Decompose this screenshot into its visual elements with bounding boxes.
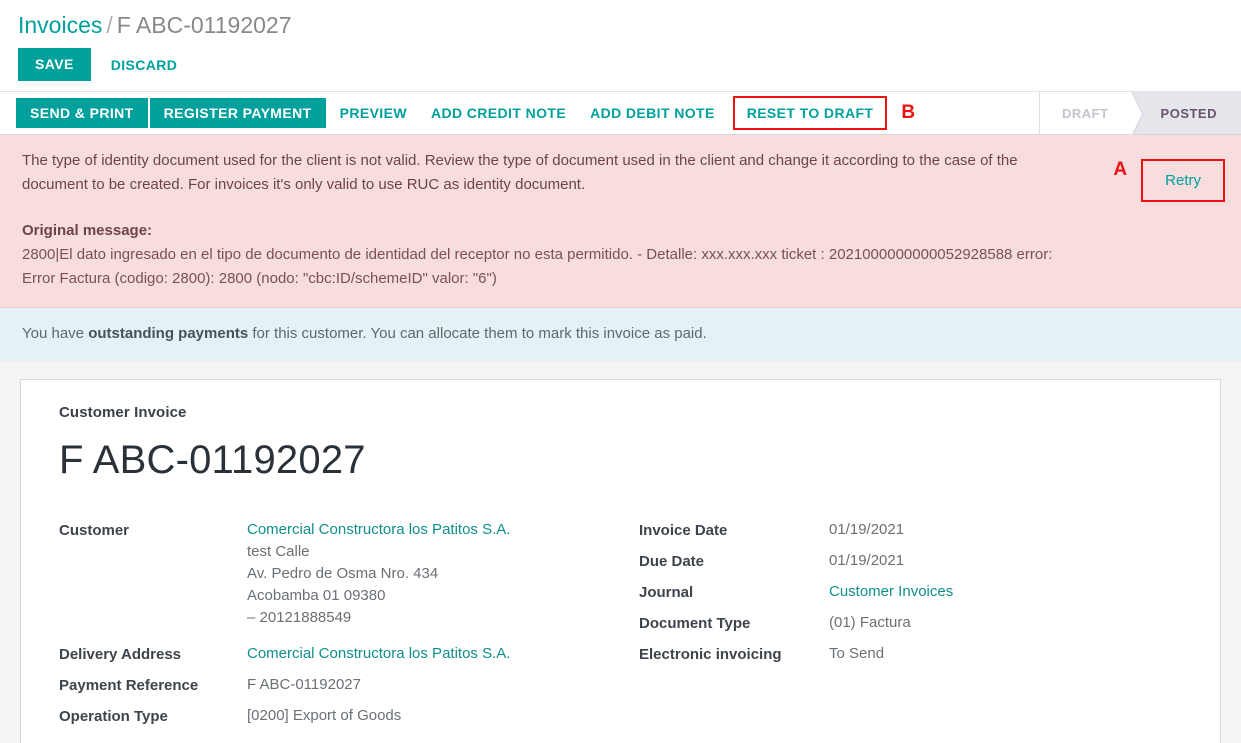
customer-address-line-1: test Calle (247, 543, 310, 560)
field-due-date: Due Date 01/19/2021 (639, 550, 1182, 573)
error-message-line-2: document to be created. For invoices it'… (22, 176, 586, 193)
breadcrumb-current: F ABC-01192027 (116, 12, 292, 38)
info-text-before: You have (22, 325, 89, 342)
document-type-label: Customer Invoice (59, 404, 187, 421)
toolbar-buttons: SEND & PRINT REGISTER PAYMENT PREVIEW AD… (0, 92, 1039, 134)
breadcrumb-invoices-link[interactable]: Invoices (18, 12, 102, 38)
register-payment-button[interactable]: REGISTER PAYMENT (149, 98, 326, 128)
field-value-operation-type[interactable]: [0200] Export of Goods (247, 705, 401, 727)
fields-area: Customer Comercial Constructora los Pati… (59, 519, 1182, 736)
field-value-document-type[interactable]: (01) Factura (829, 612, 911, 634)
field-label-electronic-invoicing: Electronic invoicing (639, 646, 782, 663)
customer-name-link[interactable]: Comercial Constructora los Patitos S.A. (247, 519, 510, 541)
annotation-label-b: B (901, 102, 916, 123)
add-debit-note-button[interactable]: ADD DEBIT NOTE (578, 98, 727, 128)
field-invoice-date: Invoice Date 01/19/2021 (639, 519, 1182, 542)
customer-address-line-4: – 20121888549 (247, 609, 352, 626)
field-label-invoice-date: Invoice Date (639, 522, 728, 539)
invoice-form-page: Invoices / F ABC-01192027 SAVE DISCARD SEN… (0, 0, 1241, 743)
annotation-label-a: A (1113, 159, 1128, 180)
invoice-sheet: Customer Invoice F ABC-01192027 Customer… (20, 379, 1221, 743)
field-document-type: Document Type (01) Factura (639, 612, 1182, 635)
sheet-inner: Customer Invoice F ABC-01192027 Customer… (21, 404, 1220, 736)
original-message-line-1: 2800|El dato ingresado en el tipo de doc… (22, 246, 1053, 263)
field-value-payment-reference[interactable]: F ABC-01192027 (247, 674, 361, 696)
field-label-delivery-address: Delivery Address (59, 646, 182, 663)
send-and-print-button[interactable]: SEND & PRINT (16, 98, 148, 128)
field-label-operation-type: Operation Type (59, 708, 168, 725)
info-text-bold: outstanding payments (88, 325, 249, 342)
action-toolbar: SEND & PRINT REGISTER PAYMENT PREVIEW AD… (0, 91, 1241, 136)
error-message-column: The type of identity document used for t… (22, 149, 1103, 291)
breadcrumb-separator: / (106, 12, 113, 38)
fields-right-column: Invoice Date 01/19/2021 Due Date 01/19/2… (639, 519, 1182, 736)
info-text-after: for this customer. You can allocate them… (248, 325, 707, 342)
field-label-customer: Customer (59, 522, 130, 539)
field-value-due-date[interactable]: 01/19/2021 (829, 550, 904, 572)
field-delivery-address: Delivery Address Comercial Constructora … (59, 643, 639, 666)
outstanding-payments-banner: You have outstanding payments for this c… (0, 308, 1241, 361)
field-label-journal: Journal (639, 584, 694, 601)
error-alert-banner: The type of identity document used for t… (0, 135, 1241, 308)
error-message-line-1: The type of identity document used for t… (22, 152, 1018, 169)
preview-button[interactable]: PREVIEW (328, 98, 419, 128)
breadcrumb: Invoices / F ABC-01192027 (0, 0, 1241, 40)
error-actions: A Retry (1103, 149, 1225, 202)
status-bar: DRAFT POSTED (1038, 92, 1241, 136)
save-button[interactable]: SAVE (18, 48, 91, 81)
customer-address-line-3: Acobamba 01 09380 (247, 587, 386, 604)
original-message-title: Original message: (22, 222, 153, 239)
field-value-customer-block: Comercial Constructora los Patitos S.A. … (247, 519, 510, 629)
field-value-delivery-address[interactable]: Comercial Constructora los Patitos S.A. (247, 643, 510, 665)
discard-button[interactable]: DISCARD (105, 49, 184, 81)
field-customer: Customer Comercial Constructora los Pati… (59, 519, 639, 629)
reset-to-draft-button[interactable]: RESET TO DRAFT (732, 96, 888, 130)
status-step-draft[interactable]: DRAFT (1039, 92, 1144, 136)
field-electronic-invoicing: Electronic invoicing To Send (639, 643, 1182, 666)
field-value-electronic-invoicing[interactable]: To Send (829, 643, 884, 665)
field-value-invoice-date[interactable]: 01/19/2021 (829, 519, 904, 541)
original-message-line-2: Error Factura (codigo: 2800): 2800 (nodo… (22, 270, 497, 287)
record-edit-bar: SAVE DISCARD (0, 40, 1241, 91)
page-title: F ABC-01192027 (59, 438, 366, 482)
add-credit-note-button[interactable]: ADD CREDIT NOTE (419, 98, 578, 128)
field-label-document-type: Document Type (639, 615, 751, 632)
sheet-background: Customer Invoice F ABC-01192027 Customer… (0, 361, 1241, 743)
field-journal: Journal Customer Invoices (639, 581, 1182, 604)
customer-address-line-2: Av. Pedro de Osma Nro. 434 (247, 565, 439, 582)
field-label-due-date: Due Date (639, 553, 705, 570)
field-operation-type: Operation Type [0200] Export of Goods (59, 705, 639, 728)
field-label-payment-reference: Payment Reference (59, 677, 199, 694)
status-step-posted[interactable]: POSTED (1130, 92, 1241, 134)
field-payment-reference: Payment Reference F ABC-01192027 (59, 674, 639, 697)
retry-button[interactable]: Retry (1141, 159, 1225, 202)
fields-left-column: Customer Comercial Constructora los Pati… (59, 519, 639, 736)
field-value-journal[interactable]: Customer Invoices (829, 581, 953, 603)
